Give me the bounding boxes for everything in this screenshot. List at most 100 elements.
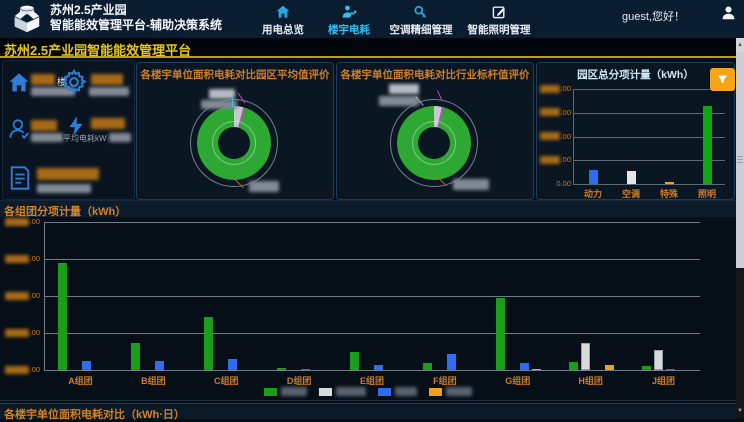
x-category-label: J组团 (644, 374, 684, 387)
home-icon (7, 82, 31, 99)
donut-label-blurred (379, 96, 419, 106)
x-category-label: F组团 (425, 374, 465, 387)
x-category-label: A组团 (60, 374, 100, 387)
y-tick-label: .00 (539, 84, 571, 93)
y-tick-label: .00 (4, 328, 40, 337)
legend-item-series-orange[interactable] (429, 387, 472, 396)
donut-label-blurred (389, 84, 419, 94)
x-category-label: H组团 (571, 374, 611, 387)
series-white-bar (581, 343, 590, 370)
series-blue-bar (666, 369, 675, 371)
series-orange-bar (605, 365, 614, 370)
stat-item-1-icon-wrap (7, 71, 31, 100)
gridline (44, 222, 700, 223)
leader-line (232, 98, 233, 107)
top-nav-bar: 苏州2.5产业园 智能能效管理平台-辅助决策系统 用电总览楼宇电耗空调精细管理智… (0, 0, 744, 38)
x-category-label: 空调 (613, 187, 649, 200)
bottom-panel-title: 各楼宇单位面积电耗对比（kWh·日） (4, 406, 185, 422)
x-category-label: D组团 (279, 374, 319, 387)
legend-item-series-green[interactable] (264, 387, 307, 396)
brand-line1: 苏州2.5产业园 (50, 3, 222, 18)
gridline (44, 333, 700, 334)
bar-照明 (703, 106, 712, 184)
nav-label: 用电总览 (250, 22, 316, 37)
x-category-label: G组团 (498, 374, 538, 387)
panel-totals-chart: 园区总分项计量（kWh） .00.00.00.000.00动力空调特殊照明 (536, 62, 735, 200)
legend-swatch (429, 388, 442, 396)
stat-value-blurred (31, 120, 57, 131)
series-blue-bar (228, 359, 237, 370)
series-green-bar (277, 368, 286, 370)
series-blue-bar (301, 369, 310, 371)
gridline (44, 296, 700, 297)
series-green-bar (350, 352, 359, 370)
series-green-bar (58, 263, 67, 370)
groups-chart-header: 各组团分项计量（kWh） (0, 200, 736, 217)
greeting-text: guest,您好！ (622, 8, 685, 24)
bottom-panel-header: 各楼宇单位面积电耗对比（kWh·日） (0, 403, 736, 419)
series-white-bar (654, 350, 663, 370)
stat-sub-blurred (31, 133, 63, 142)
legend-swatch (378, 388, 391, 396)
nav-label: 楼宇电耗 (316, 22, 382, 37)
nav-label: 空调精细管理 (382, 22, 460, 37)
donut-label-blurred (453, 179, 489, 190)
stat-value-blurred (37, 168, 99, 180)
series-green-bar (642, 366, 651, 370)
stat-value-blurred (91, 74, 123, 85)
gridline (44, 370, 700, 371)
nav-item-3[interactable]: 空调精细管理 (382, 2, 460, 37)
filter-button[interactable] (710, 68, 735, 91)
y-axis (573, 89, 574, 184)
gridline (573, 184, 725, 185)
user-icon[interactable] (720, 4, 737, 26)
legend-item-series-blue[interactable] (378, 387, 417, 396)
scrollbar-thumb[interactable] (736, 52, 744, 268)
y-tick-label: .00 (4, 365, 40, 374)
scroll-down-arrow-icon[interactable]: ▼ (736, 404, 744, 418)
y-axis (44, 222, 45, 370)
stat-value-blurred (91, 118, 125, 129)
legend-swatch (319, 388, 332, 396)
y-tick-label: .00 (4, 217, 40, 226)
nav-label: 智能照明管理 (460, 22, 538, 37)
y-tick-label: .00 (4, 291, 40, 300)
x-category-label: E组团 (352, 374, 392, 387)
bar-动力 (589, 170, 598, 184)
sidebar-stats: 楼平均电耗kW (2, 60, 135, 200)
series-green-bar (204, 317, 213, 370)
x-category-label: B组团 (133, 374, 173, 387)
main-nav: 用电总览楼宇电耗空调精细管理智能照明管理 (250, 2, 538, 37)
gear-icon (61, 82, 87, 99)
scrollbar[interactable]: ▲ ▼ (736, 38, 744, 418)
legend-item-series-white[interactable] (319, 387, 366, 396)
panel-donut-left: 各楼宇单位面积电耗对比园区平均值评价 (136, 62, 334, 200)
stat-sub-blurred (37, 184, 91, 193)
stat-item-3-icon-wrap (7, 117, 31, 146)
y-tick-label: .00 (539, 155, 571, 164)
legend-label-blurred (336, 387, 366, 396)
panel-donut-right: 各楼宇单位面积电耗对比行业标杆值评价 (336, 62, 534, 200)
scroll-up-arrow-icon[interactable]: ▲ (736, 38, 744, 52)
x-category-label: 特殊 (651, 187, 687, 200)
series-green-bar (131, 343, 140, 370)
document-icon (7, 178, 33, 195)
page-title-bar: 苏州2.5产业园智能能效管理平台 (0, 38, 736, 58)
nav-item-4[interactable]: 智能照明管理 (460, 2, 538, 37)
app-logo-icon (8, 3, 46, 40)
series-blue-bar (82, 361, 91, 370)
legend-label-blurred (281, 387, 307, 396)
series-orange-bar (532, 369, 541, 371)
y-tick-label: .00 (539, 108, 571, 117)
donut-inner-ring (412, 121, 456, 165)
nav-item-1[interactable]: 用电总览 (250, 2, 316, 37)
stat-sub-blurred (89, 87, 129, 96)
series-green-bar (423, 363, 432, 370)
stat-item-2-icon-wrap (61, 69, 87, 100)
legend-swatch (264, 388, 277, 396)
y-tick-label: .00 (539, 132, 571, 141)
stat-sub-blurred (109, 133, 131, 142)
donut-inner-ring (212, 121, 256, 165)
series-blue-bar (520, 363, 529, 370)
nav-item-2[interactable]: 楼宇电耗 (316, 2, 382, 37)
